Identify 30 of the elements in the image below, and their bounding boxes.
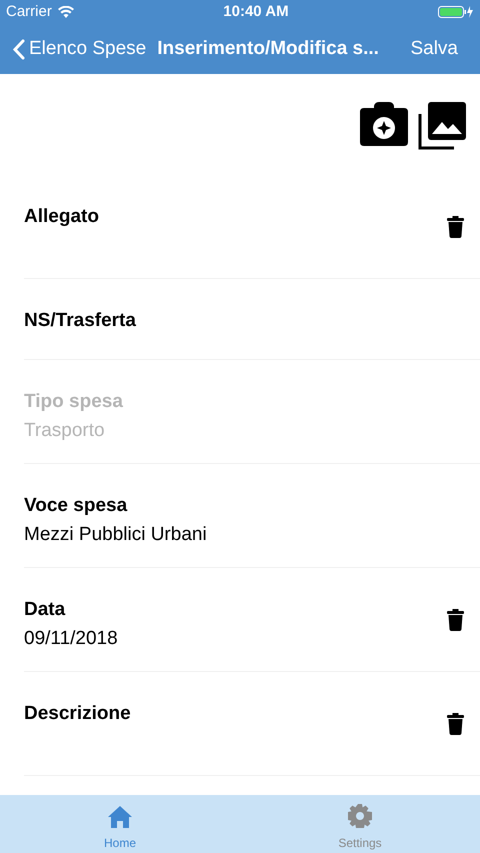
field-value: Mezzi Pubblici Urbani — [24, 522, 208, 546]
photo-gallery-icon[interactable] — [418, 102, 466, 150]
field-label: Tipo spesa — [24, 390, 124, 414]
field-value: 09/11/2018 — [24, 626, 119, 650]
screen-title: Inserimento/Modifica s... — [157, 36, 379, 61]
field-label: Data — [24, 598, 66, 622]
home-icon — [108, 806, 132, 828]
trash-icon[interactable] — [447, 712, 464, 734]
back-button[interactable]: Elenco Spese — [12, 34, 146, 64]
field-label: Descrizione — [24, 702, 132, 726]
form-row[interactable]: Allegato — [24, 175, 480, 279]
status-time: 10:40 AM — [223, 2, 289, 22]
save-button[interactable]: Salva — [410, 34, 458, 64]
chevron-left-icon — [12, 38, 25, 60]
field-label: Allegato — [24, 205, 100, 229]
battery-icon — [438, 5, 474, 19]
trash-icon[interactable] — [447, 216, 464, 238]
form-row[interactable]: NS/Trasferta — [24, 279, 480, 360]
camera-icon[interactable] — [360, 102, 408, 146]
field-label: Voce spesa — [24, 494, 128, 518]
field-label: NS/Trasferta — [24, 309, 137, 333]
carrier-label: Carrier — [6, 2, 52, 22]
settings-icon — [348, 804, 372, 828]
trash-icon[interactable] — [447, 608, 464, 630]
form-row[interactable]: Descrizione — [24, 672, 480, 776]
form-row[interactable]: Data 09/11/2018 — [24, 568, 480, 672]
back-label: Elenco Spese — [29, 36, 146, 61]
field-value: Trasporto — [24, 418, 106, 442]
form-row[interactable]: Voce spesa Mezzi Pubblici Urbani — [24, 464, 480, 568]
wifi-icon — [58, 6, 74, 18]
